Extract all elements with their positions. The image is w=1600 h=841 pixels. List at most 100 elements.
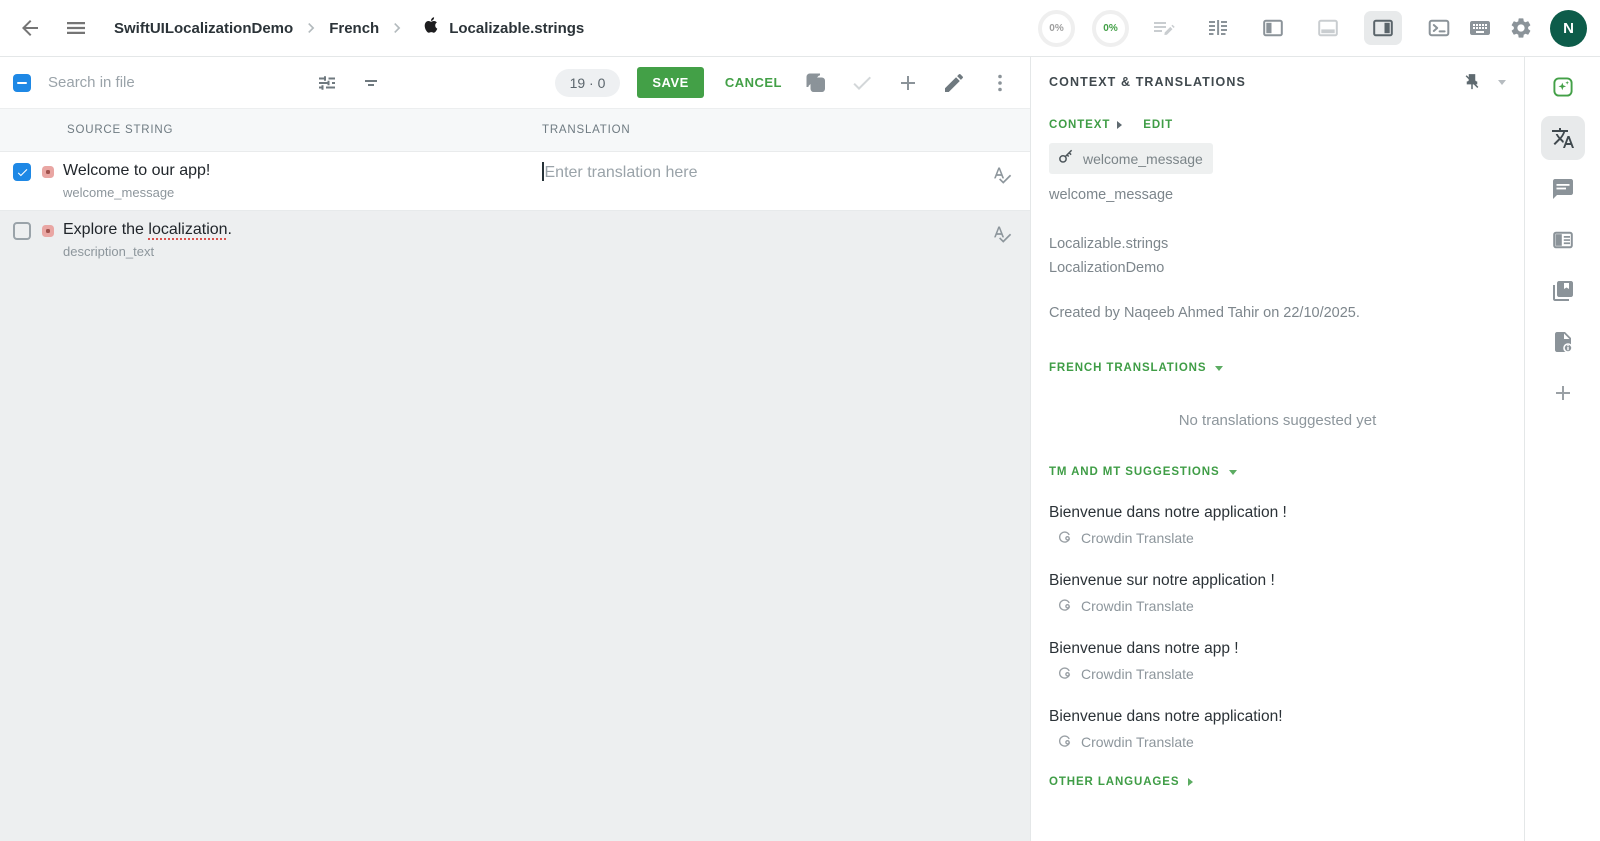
caret-right-icon — [1188, 778, 1194, 786]
avatar[interactable]: N — [1550, 9, 1587, 47]
translations-tab[interactable] — [1540, 116, 1585, 160]
chevron-right-icon — [301, 18, 321, 38]
ai-assistant-tab[interactable] — [1541, 65, 1585, 109]
context-info-tab[interactable] — [1541, 218, 1585, 262]
breadcrumb: SwiftUILocalizationDemo French Localizab… — [114, 16, 584, 40]
approve-check-icon — [850, 71, 874, 95]
cancel-button[interactable]: CANCEL — [725, 75, 782, 90]
search-input[interactable] — [48, 74, 263, 91]
crowdin-logo-icon — [1057, 665, 1072, 683]
menu-button[interactable] — [64, 16, 88, 40]
edit-context-link[interactable]: EDIT — [1143, 119, 1173, 131]
glossary-tab[interactable] — [1541, 269, 1585, 313]
menu-icon — [64, 16, 88, 40]
translated-progress-ring[interactable]: 0% — [1038, 9, 1075, 47]
collapse-sidebar-button[interactable] — [1498, 79, 1506, 85]
string-row-welcome[interactable]: Welcome to our app! welcome_message Ente… — [0, 152, 1030, 211]
glossary-icon — [1551, 279, 1575, 303]
spellcheck-button[interactable] — [992, 224, 1012, 244]
more-options-button[interactable] — [988, 71, 1012, 95]
suggestion-text[interactable]: Bienvenue dans notre app ! — [1049, 640, 1506, 658]
ai-sparkle-icon — [1551, 75, 1575, 99]
console-button[interactable] — [1427, 16, 1451, 40]
translate-icon — [1551, 126, 1575, 150]
keyboard-icon — [1468, 16, 1492, 40]
copy-source-icon — [804, 71, 828, 95]
row-checkbox-unchecked[interactable] — [13, 222, 31, 240]
split-view-button[interactable] — [1199, 11, 1237, 45]
gear-icon — [1509, 16, 1533, 40]
spellcheck-button[interactable] — [992, 165, 1012, 185]
back-icon — [18, 16, 42, 40]
string-key: description_text — [63, 244, 155, 259]
select-all-checkbox[interactable] — [13, 73, 31, 92]
string-key: welcome_message — [63, 185, 175, 200]
edit-string-button[interactable] — [942, 71, 966, 95]
file-info-icon — [1551, 330, 1575, 354]
context-section-label[interactable]: CONTEXT — [1049, 119, 1110, 131]
suggestion-item[interactable]: Bienvenue dans notre app ! Crowdin Trans… — [1049, 640, 1506, 683]
editor-panel: 19 · 0 SAVE CANCEL SOURCE STRING TRANSLA… — [0, 57, 1030, 841]
string-key-tag[interactable]: welcome_message — [1049, 143, 1213, 174]
string-row-description[interactable]: Explore the localization. description_te… — [0, 211, 1030, 270]
spellcheck-icon — [992, 224, 1012, 244]
right-panel-icon — [1371, 16, 1395, 40]
approved-progress-ring[interactable]: 0% — [1092, 9, 1129, 47]
created-by-line: Created by Naqeeb Ahmed Tahir on 22/10/2… — [1049, 305, 1360, 321]
untranslated-status-icon — [42, 225, 54, 237]
approve-button[interactable] — [850, 71, 874, 95]
suggestion-source: Crowdin Translate — [1049, 529, 1506, 547]
add-panel-icon — [1551, 381, 1575, 405]
unpin-button[interactable] — [1462, 72, 1482, 92]
bottom-panel-view-button[interactable] — [1309, 11, 1347, 45]
suggestion-text[interactable]: Bienvenue dans notre application! — [1049, 708, 1506, 726]
pin-off-icon — [1462, 72, 1482, 92]
source-column-header: SOURCE STRING — [67, 124, 174, 136]
suggestion-item[interactable]: Bienvenue sur notre application ! Crowdi… — [1049, 572, 1506, 615]
file-info-tab[interactable] — [1541, 320, 1585, 364]
context-section-header: CONTEXT EDIT — [1049, 119, 1506, 131]
comments-tab[interactable] — [1541, 167, 1585, 211]
table-header: SOURCE STRING TRANSLATION — [0, 108, 1030, 152]
breadcrumb-project[interactable]: SwiftUILocalizationDemo — [114, 20, 293, 37]
add-string-button[interactable] — [896, 71, 920, 95]
tm-section-header[interactable]: TM AND MT SUGGESTIONS — [1049, 466, 1506, 478]
advanced-filter-button[interactable] — [315, 71, 339, 95]
row-checkbox-checked[interactable] — [13, 163, 31, 181]
right-panel-view-button[interactable] — [1364, 11, 1402, 45]
context-sidebar: CONTEXT & TRANSLATIONS CONTEXT EDIT welc… — [1030, 57, 1524, 841]
text-cursor — [542, 162, 544, 181]
add-panel-tab[interactable] — [1541, 371, 1585, 415]
settings-button[interactable] — [1509, 16, 1533, 40]
translations-section-header[interactable]: FRENCH TRANSLATIONS — [1049, 362, 1506, 374]
spellcheck-icon — [992, 165, 1012, 185]
bottom-panel-icon — [1316, 16, 1340, 40]
left-panel-view-button[interactable] — [1254, 11, 1292, 45]
sidebar-title: CONTEXT & TRANSLATIONS — [1049, 75, 1246, 89]
breadcrumb-language[interactable]: French — [329, 20, 379, 37]
key-icon — [1057, 148, 1075, 169]
suggestion-source: Crowdin Translate — [1049, 733, 1506, 751]
right-icon-strip — [1524, 57, 1600, 841]
caret-down-icon — [1498, 79, 1506, 85]
suggestion-item[interactable]: Bienvenue dans notre application! Crowdi… — [1049, 708, 1506, 751]
other-languages-section-header[interactable]: OTHER LANGUAGES — [1049, 776, 1506, 788]
chevron-right-icon — [387, 18, 407, 38]
back-button[interactable] — [18, 16, 42, 40]
copy-source-button[interactable] — [804, 71, 828, 95]
filter-button[interactable] — [359, 71, 383, 95]
suggestion-source: Crowdin Translate — [1049, 597, 1506, 615]
shortcuts-button[interactable] — [1468, 16, 1492, 40]
terminal-icon — [1427, 16, 1451, 40]
suggestion-item[interactable]: Bienvenue dans notre application ! Crowd… — [1049, 504, 1506, 547]
save-button[interactable]: SAVE — [637, 67, 704, 98]
suggestion-source: Crowdin Translate — [1049, 665, 1506, 683]
topbar-actions: 0% 0% N — [1038, 9, 1587, 47]
suggestion-text[interactable]: Bienvenue sur notre application ! — [1049, 572, 1506, 590]
suggestion-text[interactable]: Bienvenue dans notre application ! — [1049, 504, 1506, 522]
playlist-edit-button[interactable] — [1152, 16, 1176, 40]
translation-input[interactable]: Enter translation here — [542, 162, 970, 182]
no-translations-message: No translations suggested yet — [1178, 412, 1377, 429]
breadcrumb-file[interactable]: Localizable.strings — [449, 20, 584, 37]
split-view-icon — [1206, 16, 1230, 40]
